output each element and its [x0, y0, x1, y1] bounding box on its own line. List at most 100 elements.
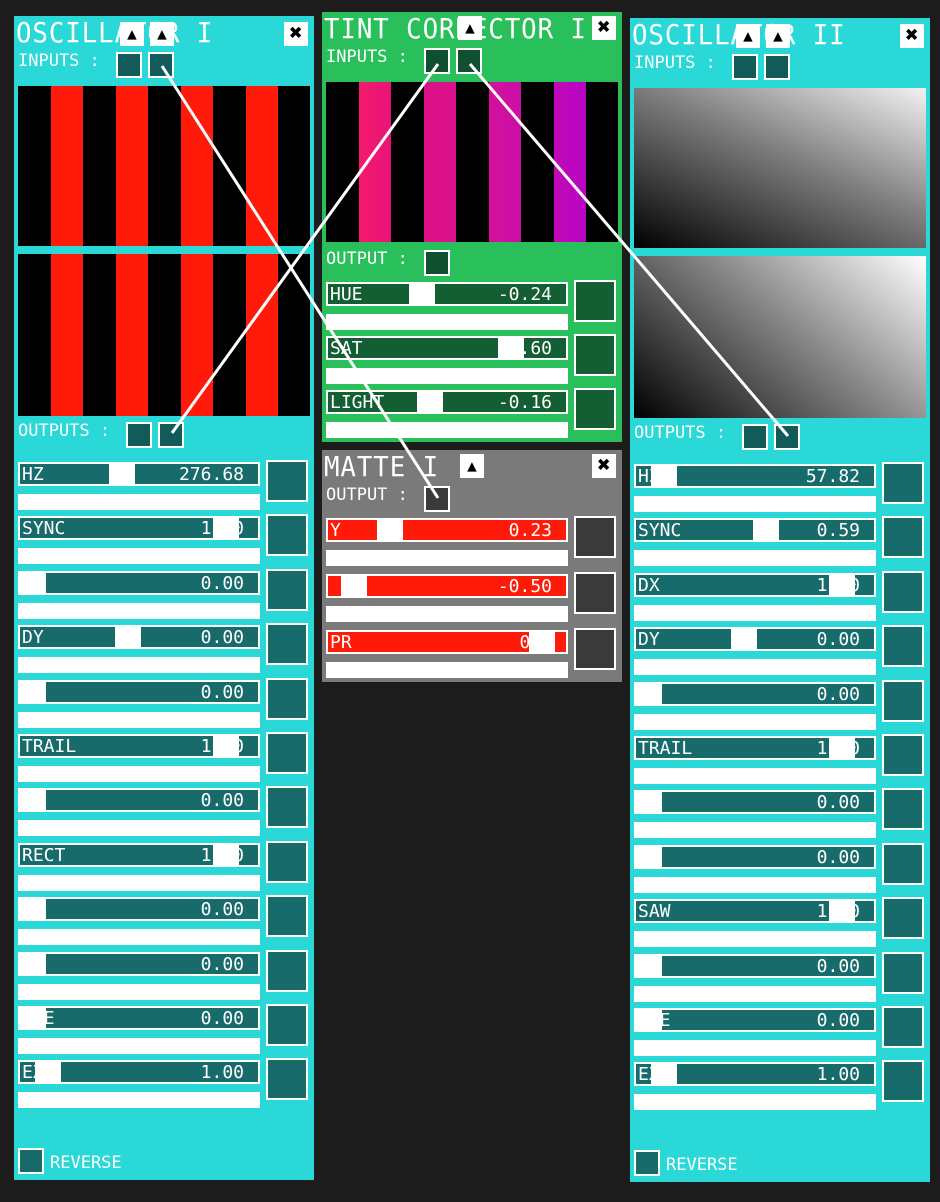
- close-button[interactable]: ✖: [900, 24, 924, 48]
- input-port-2[interactable]: [764, 54, 790, 80]
- param-slider[interactable]: Y 0.23: [326, 518, 568, 542]
- param-slider[interactable]: ISE 0.00: [18, 1006, 260, 1030]
- chevron-up-icon[interactable]: ▲: [736, 24, 760, 48]
- modulation-input-port[interactable]: [574, 628, 616, 670]
- modulation-bar[interactable]: [18, 548, 260, 565]
- param-slider[interactable]: RECT 1.00: [18, 842, 260, 867]
- param-slider[interactable]: D 0.00: [634, 681, 876, 706]
- modulation-input-port[interactable]: [882, 462, 924, 504]
- input-port-2[interactable]: [148, 52, 174, 78]
- modulation-bar[interactable]: [634, 550, 876, 567]
- modulation-input-port[interactable]: [266, 623, 308, 666]
- close-button[interactable]: ✖: [592, 454, 616, 478]
- param-slider[interactable]: EX 1.00: [634, 1062, 876, 1087]
- param-slider[interactable]: -0.50: [326, 574, 568, 598]
- modulation-input-port[interactable]: [574, 334, 616, 376]
- param-slider[interactable]: NE 0.00: [18, 788, 260, 813]
- modulation-bar[interactable]: [18, 766, 260, 782]
- param-slider[interactable]: TRAIL 1.00: [18, 734, 260, 758]
- modulation-bar[interactable]: [326, 550, 568, 566]
- param-slider[interactable]: SYNC 0.59: [634, 518, 876, 543]
- param-slider[interactable]: D 0.00: [18, 679, 260, 704]
- slider-knob[interactable]: [753, 520, 779, 541]
- input-port-1[interactable]: [424, 48, 450, 74]
- param-slider[interactable]: U 0.00: [18, 897, 260, 922]
- modulation-input-port[interactable]: [882, 842, 924, 885]
- modulation-bar[interactable]: [326, 662, 568, 678]
- modulation-bar[interactable]: [326, 314, 568, 330]
- modulation-bar[interactable]: [18, 874, 260, 891]
- modulation-bar[interactable]: [634, 1040, 876, 1056]
- slider-knob[interactable]: [731, 629, 757, 650]
- param-slider[interactable]: SYNC 1.00: [18, 516, 260, 541]
- input-port-1[interactable]: [116, 52, 142, 78]
- modulation-input-port[interactable]: [266, 895, 308, 938]
- slider-knob[interactable]: [109, 464, 135, 484]
- modulation-bar[interactable]: [634, 822, 876, 839]
- close-button[interactable]: ✖: [592, 16, 616, 40]
- modulation-input-port[interactable]: [266, 786, 308, 829]
- chevron-up-icon[interactable]: ▲: [150, 22, 174, 46]
- modulation-bar[interactable]: [634, 1094, 876, 1111]
- chevron-up-icon[interactable]: ▲: [460, 454, 484, 478]
- input-port-1[interactable]: [732, 54, 758, 80]
- modulation-input-port[interactable]: [574, 516, 616, 558]
- param-slider[interactable]: HZ 276.68: [18, 462, 260, 486]
- param-slider[interactable]: TRAIL 1.00: [634, 736, 876, 760]
- modulation-bar[interactable]: [18, 983, 260, 1000]
- reverse-checkbox[interactable]: [18, 1148, 44, 1174]
- modulation-bar[interactable]: [634, 659, 876, 676]
- modulation-input-port[interactable]: [266, 1004, 308, 1046]
- modulation-input-port[interactable]: [882, 951, 924, 994]
- reverse-checkbox[interactable]: [634, 1150, 660, 1176]
- modulation-input-port[interactable]: [266, 677, 308, 720]
- param-slider[interactable]: LIGHT -0.16: [326, 390, 568, 414]
- input-port-2[interactable]: [456, 48, 482, 74]
- param-slider[interactable]: ISE 0.00: [634, 1008, 876, 1032]
- modulation-bar[interactable]: [326, 368, 568, 384]
- param-slider[interactable]: C 0.00: [634, 953, 876, 978]
- param-slider[interactable]: DY 0.00: [18, 625, 260, 650]
- modulation-bar[interactable]: [634, 713, 876, 730]
- param-slider[interactable]: HZ 57.82: [634, 464, 876, 488]
- modulation-input-port[interactable]: [574, 572, 616, 614]
- modulation-bar[interactable]: [18, 1038, 260, 1054]
- output-port[interactable]: [424, 486, 450, 512]
- slider-knob[interactable]: [377, 520, 403, 540]
- chevron-up-icon[interactable]: ▲: [458, 16, 482, 40]
- param-slider[interactable]: HUE -0.24: [326, 282, 568, 306]
- param-slider[interactable]: CT 0.00: [634, 844, 876, 869]
- modulation-bar[interactable]: [18, 602, 260, 619]
- modulation-input-port[interactable]: [882, 1006, 924, 1048]
- modulation-bar[interactable]: [18, 711, 260, 728]
- param-slider[interactable]: EX 1.00: [18, 1060, 260, 1085]
- modulation-input-port[interactable]: [882, 788, 924, 831]
- param-slider[interactable]: DY 0.00: [634, 627, 876, 652]
- param-slider[interactable]: C 0.00: [18, 951, 260, 976]
- param-slider[interactable]: SAW 1.00: [634, 899, 876, 924]
- modulation-bar[interactable]: [634, 768, 876, 784]
- modulation-bar[interactable]: [18, 657, 260, 674]
- output-port[interactable]: [424, 250, 450, 276]
- modulation-input-port[interactable]: [266, 840, 308, 883]
- output-port-2[interactable]: [774, 424, 800, 450]
- modulation-input-port[interactable]: [266, 460, 308, 502]
- param-slider[interactable]: PR 0.5: [326, 630, 568, 654]
- modulation-bar[interactable]: [18, 1092, 260, 1109]
- modulation-input-port[interactable]: [882, 897, 924, 940]
- modulation-bar[interactable]: [634, 931, 876, 948]
- modulation-bar[interactable]: [18, 820, 260, 837]
- output-port-1[interactable]: [126, 422, 152, 448]
- modulation-input-port[interactable]: [574, 388, 616, 430]
- modulation-bar[interactable]: [326, 422, 568, 438]
- modulation-bar[interactable]: [326, 606, 568, 622]
- modulation-input-port[interactable]: [882, 570, 924, 613]
- modulation-input-port[interactable]: [266, 514, 308, 557]
- modulation-input-port[interactable]: [266, 949, 308, 992]
- modulation-input-port[interactable]: [266, 732, 308, 774]
- modulation-bar[interactable]: [634, 985, 876, 1002]
- modulation-input-port[interactable]: [266, 1058, 308, 1101]
- slider-knob[interactable]: [409, 284, 435, 304]
- slider-knob[interactable]: [20, 572, 46, 593]
- modulation-input-port[interactable]: [266, 568, 308, 611]
